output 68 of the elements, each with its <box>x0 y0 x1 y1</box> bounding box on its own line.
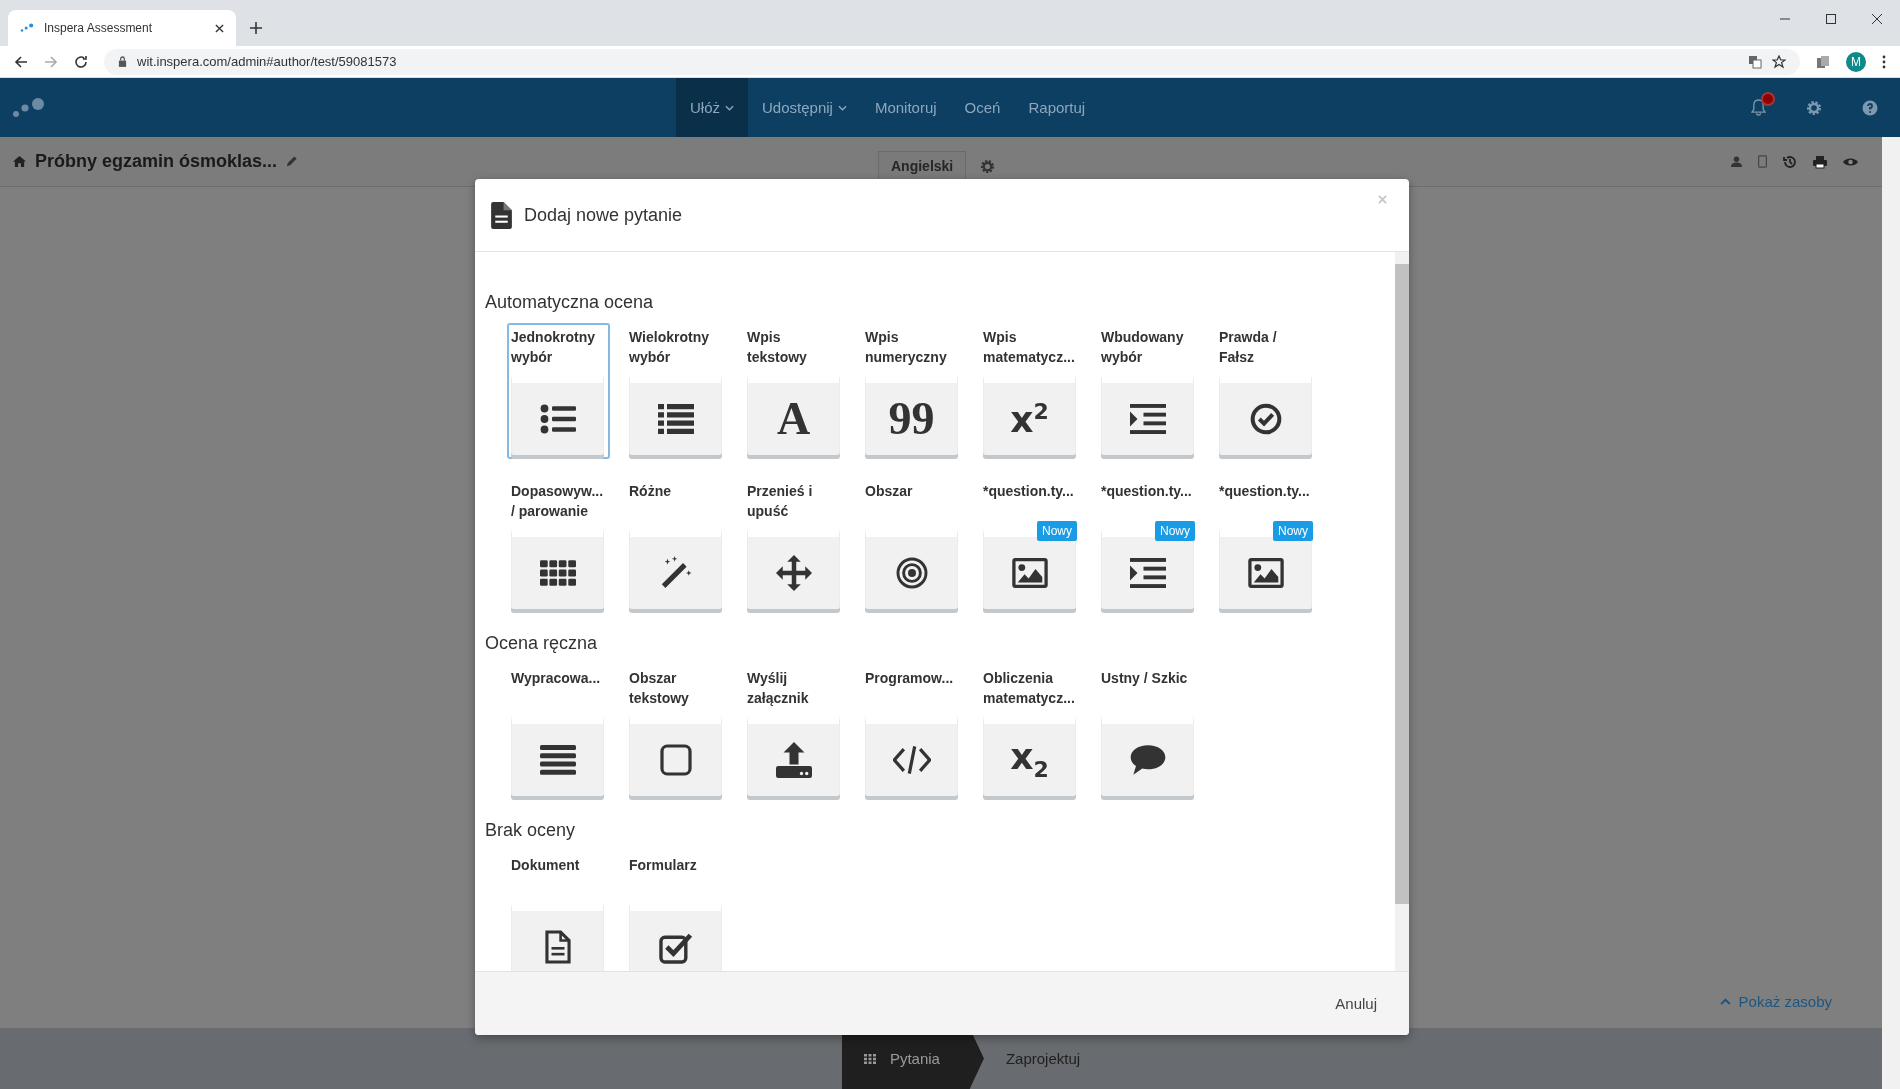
close-icon[interactable] <box>1872 14 1882 24</box>
forward-icon[interactable] <box>44 54 58 69</box>
cancel-button[interactable]: Anuluj <box>1327 989 1385 1018</box>
history-icon[interactable] <box>1783 154 1797 169</box>
scrollbar[interactable] <box>1882 137 1900 1089</box>
test-title: Próbny egzamin ósmoklas... <box>35 151 278 172</box>
close-icon[interactable] <box>215 23 224 33</box>
new-badge: Nowy <box>1037 521 1077 541</box>
dots-logo-icon <box>20 23 34 33</box>
maximize-icon[interactable] <box>1826 14 1836 24</box>
lock-icon <box>118 56 127 67</box>
address-field[interactable]: wit.inspera.com/admin#author/test/59081573 <box>104 48 1800 75</box>
nav-tab[interactable]: Oceń <box>950 78 1015 137</box>
letter-icon: A <box>776 396 811 442</box>
new-badge: Nowy <box>1273 521 1313 541</box>
document-icon <box>491 201 512 229</box>
move-arrows-icon <box>775 555 812 591</box>
help-icon[interactable] <box>1862 99 1878 116</box>
indent-list-icon <box>1129 558 1166 588</box>
new-tab-icon[interactable] <box>250 22 262 34</box>
new-badge: Nowy <box>1155 521 1195 541</box>
target-icon <box>895 557 928 589</box>
grid-icon <box>539 560 576 586</box>
eye-icon[interactable] <box>1843 156 1858 167</box>
document-icon <box>544 930 571 964</box>
translate-icon[interactable] <box>1748 54 1762 69</box>
speech-bubble-icon <box>1128 744 1167 776</box>
indent-list-icon <box>1129 404 1166 434</box>
bullet-list-icon <box>539 404 576 434</box>
grid-icon <box>863 1053 876 1064</box>
browser-tab[interactable]: Inspera Assessment <box>8 10 236 46</box>
formula-icon: x$^{2}$ <box>1010 400 1049 438</box>
pencil-icon[interactable] <box>285 155 299 168</box>
star-icon[interactable] <box>1772 54 1786 69</box>
dialog-title: Dodaj nowe pytanie <box>524 204 683 226</box>
nav-tab[interactable]: Udostępnij <box>748 78 861 137</box>
upload-icon <box>775 742 812 778</box>
list-icon <box>657 404 694 434</box>
home-icon[interactable] <box>12 155 27 168</box>
check-circle-icon <box>1249 403 1282 435</box>
code-icon <box>892 745 931 775</box>
nav-tab[interactable]: Monitoruj <box>860 78 951 137</box>
section-heading: Ocena ręczna <box>485 633 599 654</box>
nav-tab[interactable]: Raportuj <box>1014 78 1100 137</box>
section-heading: Automatyczna ocena <box>485 292 655 313</box>
image-icon <box>1247 558 1284 588</box>
bell-icon[interactable] <box>1751 99 1766 116</box>
print-icon[interactable] <box>1813 154 1827 169</box>
profile-avatar[interactable]: M <box>1846 51 1866 72</box>
scrollbar[interactable] <box>1395 252 1409 971</box>
square-icon <box>659 744 692 776</box>
image-icon <box>1011 558 1048 588</box>
lines-icon <box>539 745 576 775</box>
formula-icon: x$_{2}$ <box>1010 738 1049 782</box>
question-type-tile[interactable]: Jednokrotny wybór <box>507 323 610 459</box>
settings-icon[interactable] <box>1806 99 1822 116</box>
settings-icon[interactable] <box>980 158 996 174</box>
person-icon[interactable] <box>1731 156 1742 167</box>
section-heading: Brak oceny <box>485 820 577 841</box>
more-icon[interactable] <box>1882 54 1886 69</box>
nav-tab[interactable]: Ułóż <box>676 78 748 137</box>
extensions-icon[interactable] <box>1816 54 1830 69</box>
tablet-icon[interactable] <box>1758 155 1767 168</box>
back-icon[interactable] <box>14 54 28 69</box>
letter-icon: 99 <box>888 396 935 442</box>
reload-icon[interactable] <box>74 54 88 69</box>
chevron-up-icon <box>1719 998 1731 1005</box>
language-button[interactable]: Angielski <box>878 151 967 181</box>
